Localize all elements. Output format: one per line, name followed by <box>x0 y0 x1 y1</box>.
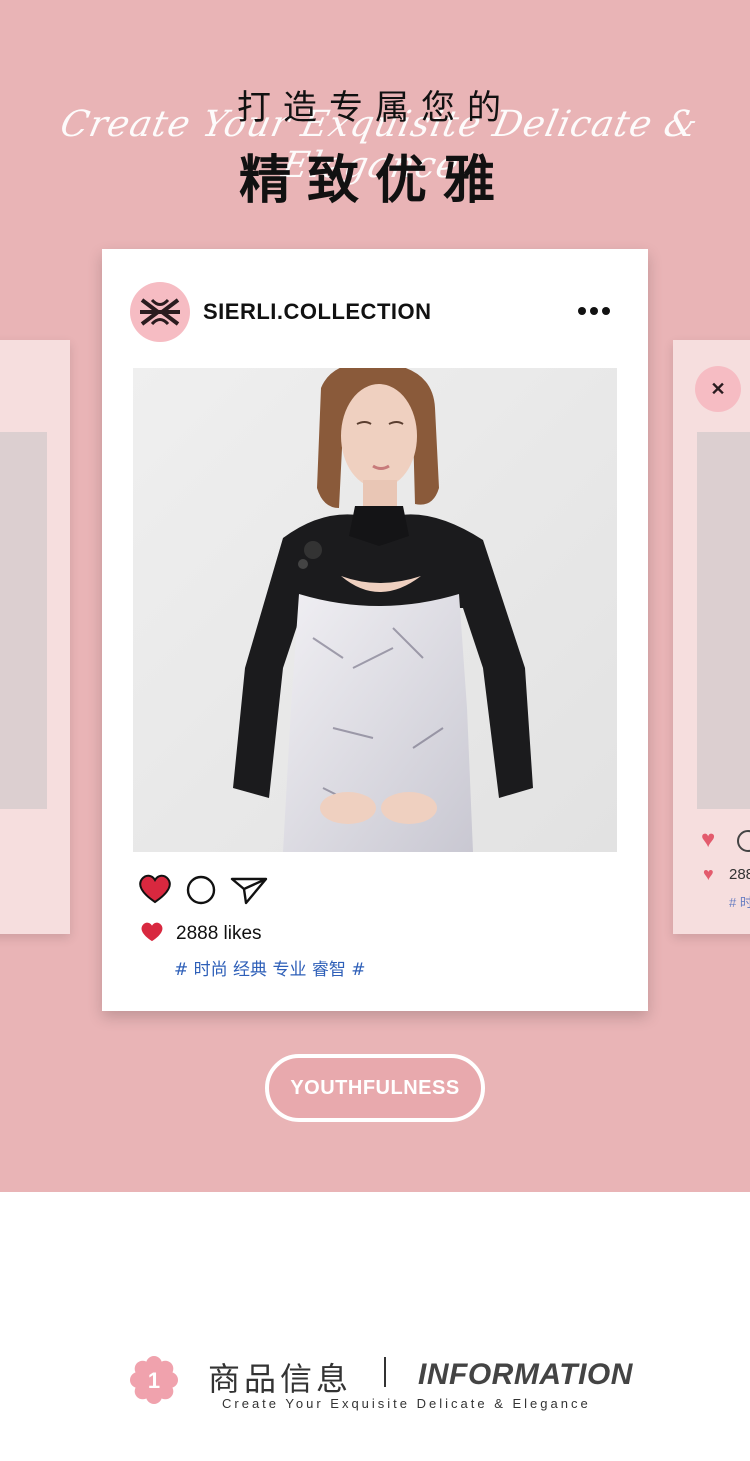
hero-section: Create Your Exquisite Delicate & Eleganc… <box>0 0 750 1192</box>
more-dots-icon[interactable] <box>572 307 612 317</box>
likes-count: 2888 likes <box>176 923 262 944</box>
heart-icon[interactable] <box>138 874 172 909</box>
side-card-likes: 288 <box>729 866 750 883</box>
side-card-left[interactable] <box>0 340 70 934</box>
side-card-heart-icon[interactable]: ♥ <box>701 826 715 854</box>
info-divider <box>384 1357 386 1387</box>
info-subtitle: Create Your Exquisite Delicate & Eleganc… <box>222 1396 591 1411</box>
sierli-logo-icon[interactable] <box>130 282 190 342</box>
side-card-comment-icon[interactable] <box>737 830 750 852</box>
comment-circle-icon[interactable] <box>186 875 216 910</box>
info-title-en: INFORMATION <box>418 1358 633 1391</box>
badge-number: 1 <box>148 1368 160 1393</box>
side-card-right[interactable]: ✕ ♥ ♥ 288 # 时 <box>673 340 750 934</box>
side-card-tags: # 时 <box>729 895 750 910</box>
post-tags[interactable]: # 时尚 经典 专业 睿智 # <box>174 955 366 980</box>
post-photo <box>133 368 617 852</box>
youthfulness-button[interactable]: YOUTHFULNESS <box>265 1054 485 1122</box>
post-username[interactable]: SIERLI.COLLECTION <box>203 299 432 325</box>
post-card: SIERLI.COLLECTION 2888 likes # 时尚 经典 专业 … <box>102 249 648 1011</box>
hero-title-line2: 精致优雅 <box>238 151 511 211</box>
likes-heart-icon <box>140 921 164 948</box>
info-title-cn: 商品信息 <box>208 1360 353 1398</box>
hero-title-line1: 打造专属您的 <box>237 88 513 128</box>
flower-badge-icon: 1 <box>130 1356 178 1404</box>
send-icon[interactable] <box>230 875 268 910</box>
side-card-left-image <box>0 432 47 809</box>
side-card-avatar-icon: ✕ <box>695 366 741 412</box>
side-card-right-image <box>697 432 750 809</box>
side-card-like-count-heart-icon: ♥ <box>703 864 714 884</box>
